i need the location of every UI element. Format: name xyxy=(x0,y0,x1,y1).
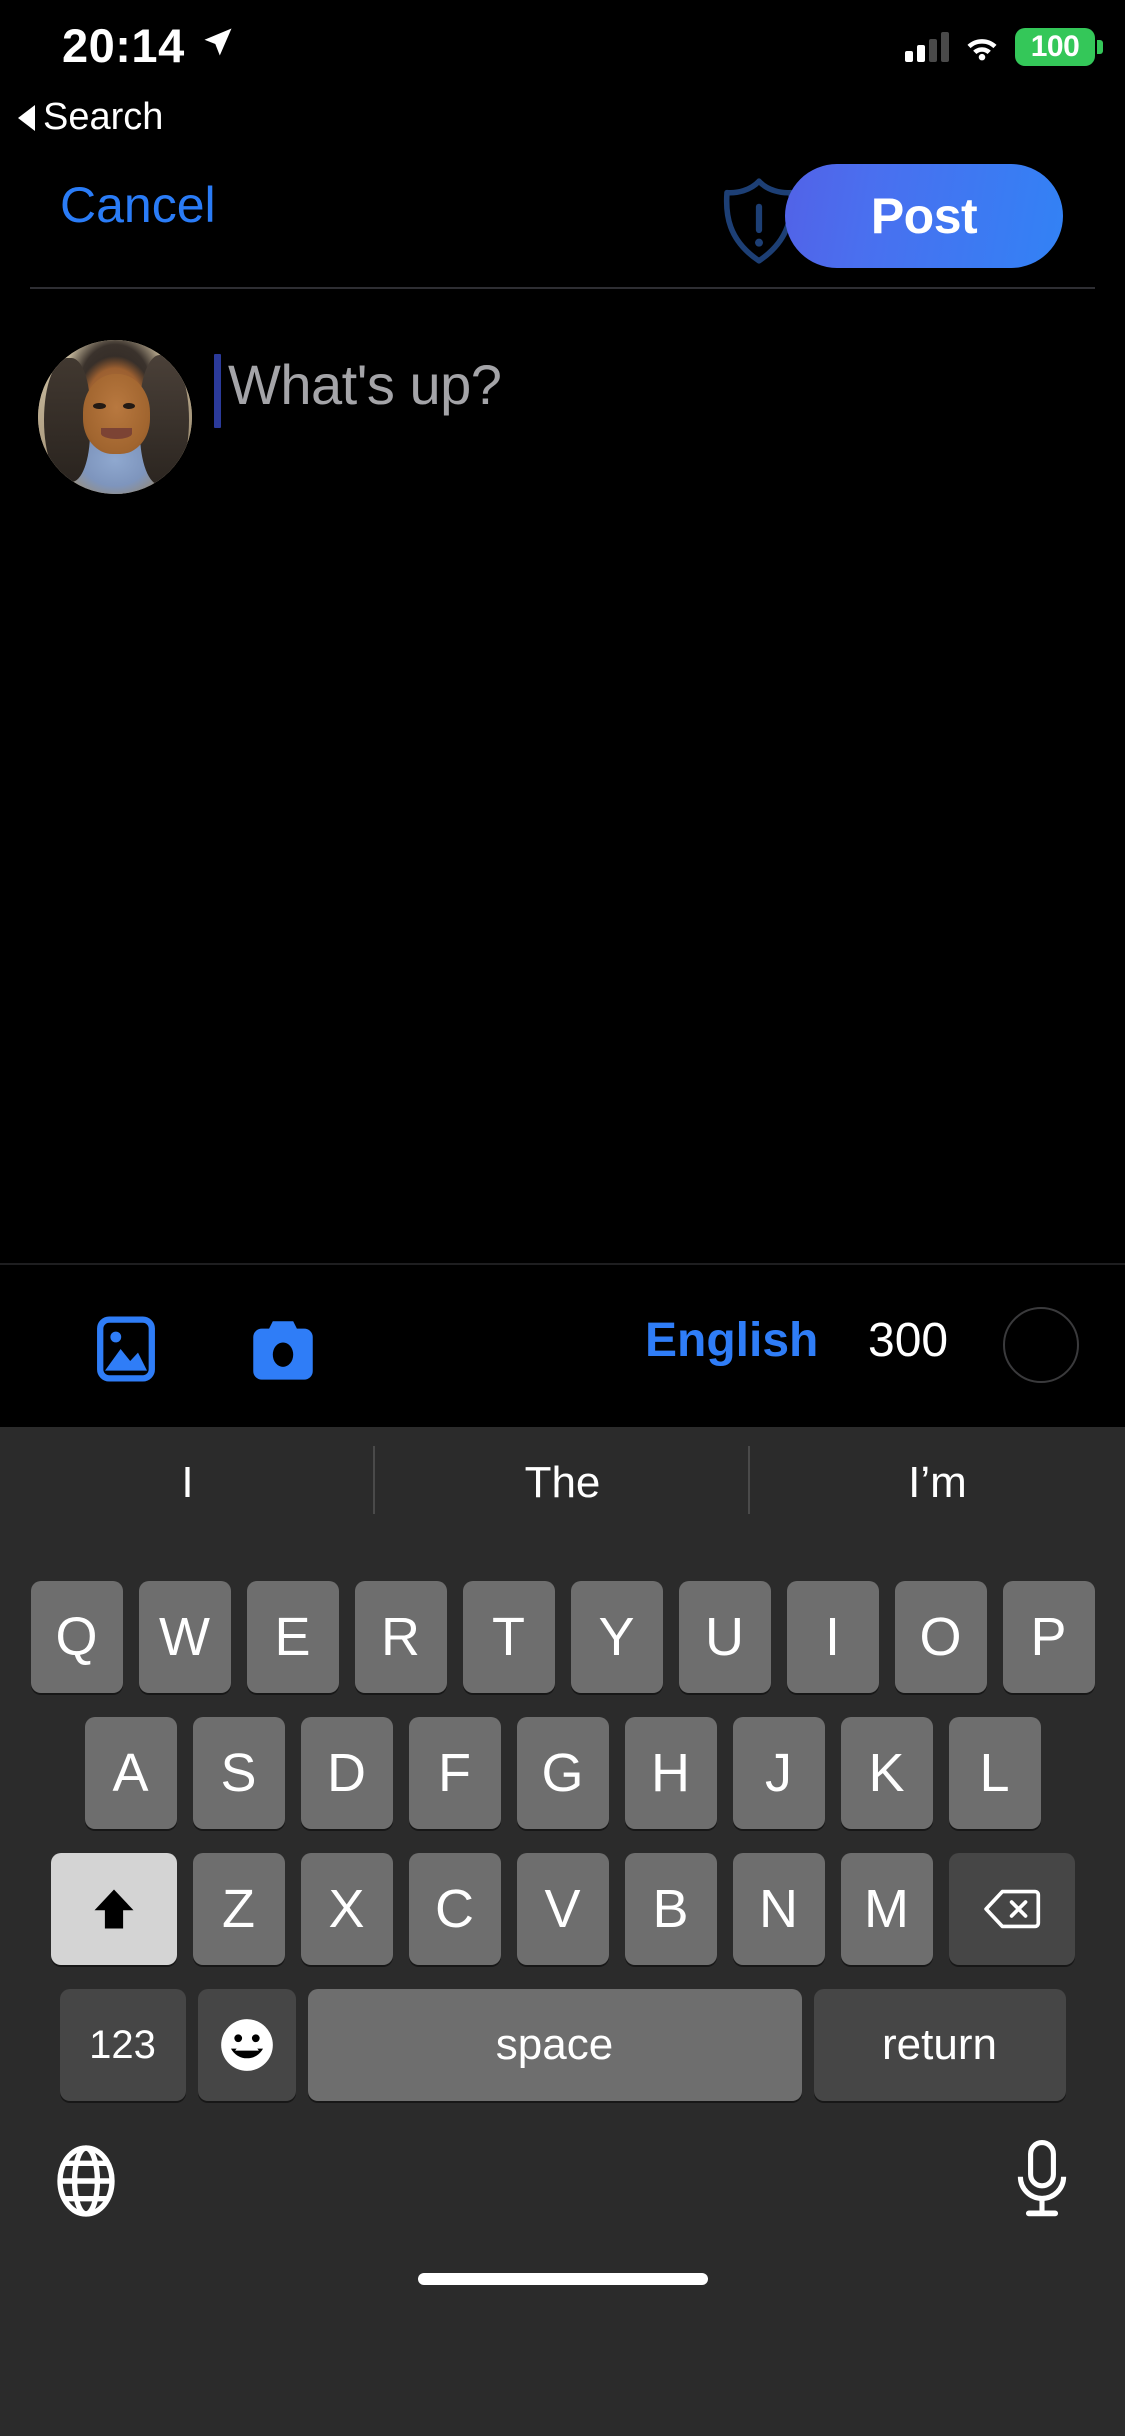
microphone-icon[interactable] xyxy=(1011,2139,1073,2223)
key-j[interactable]: J xyxy=(732,1717,825,1829)
space-key[interactable]: space xyxy=(307,1989,802,2101)
status-bar-time: 20:14 xyxy=(62,19,185,72)
back-triangle-icon xyxy=(18,104,35,131)
key-x[interactable]: X xyxy=(300,1853,393,1965)
key-m[interactable]: M xyxy=(840,1853,933,1965)
key-o[interactable]: O xyxy=(894,1581,987,1693)
key-q[interactable]: Q xyxy=(30,1581,123,1693)
home-indicator[interactable] xyxy=(417,2273,708,2285)
prediction-1[interactable]: The xyxy=(375,1446,750,1514)
keyboard-bottom-bar xyxy=(0,2101,1125,2307)
key-f[interactable]: F xyxy=(408,1717,501,1829)
cellular-signal-icon xyxy=(905,32,949,62)
keyboard-row-4: 123 space return xyxy=(0,1989,1125,2101)
emoji-smiley-icon xyxy=(220,2019,273,2071)
keyboard-row-1: Q W E R T Y U I O P xyxy=(0,1581,1125,1693)
character-count-ring xyxy=(1003,1307,1079,1383)
status-bar: 20:14 100 xyxy=(0,0,1125,92)
phone-screen: 20:14 100 Search Cancel Post What's up? … xyxy=(0,0,1125,2436)
backspace-key[interactable] xyxy=(948,1853,1075,1965)
battery-indicator: 100 xyxy=(1015,28,1103,66)
key-w[interactable]: W xyxy=(138,1581,231,1693)
attachment-toolbar: English 300 xyxy=(0,1263,1125,1427)
return-key[interactable]: return xyxy=(813,1989,1066,2101)
nav-bar: Cancel Post xyxy=(0,160,1125,288)
nav-separator xyxy=(30,287,1095,289)
photo-library-icon[interactable] xyxy=(90,1313,162,1385)
avatar[interactable] xyxy=(38,340,192,494)
key-n[interactable]: N xyxy=(732,1853,825,1965)
predictive-text-bar: I The I’m xyxy=(0,1427,1125,1539)
prediction-2[interactable]: I’m xyxy=(750,1458,1125,1508)
post-button[interactable]: Post xyxy=(785,164,1063,268)
key-p[interactable]: P xyxy=(1002,1581,1095,1693)
key-d[interactable]: D xyxy=(300,1717,393,1829)
key-h[interactable]: H xyxy=(624,1717,717,1829)
post-button-label: Post xyxy=(870,188,978,244)
key-t[interactable]: T xyxy=(462,1581,555,1693)
emoji-key[interactable] xyxy=(197,1989,296,2101)
keyboard-language-label[interactable]: English xyxy=(645,1313,818,1368)
character-count: 300 xyxy=(868,1314,949,1367)
key-r[interactable]: R xyxy=(354,1581,447,1693)
key-b[interactable]: B xyxy=(624,1853,717,1965)
key-s[interactable]: S xyxy=(192,1717,285,1829)
shift-arrow-icon xyxy=(94,1889,133,1929)
cancel-button[interactable]: Cancel xyxy=(60,176,216,234)
key-y[interactable]: Y xyxy=(570,1581,663,1693)
key-g[interactable]: G xyxy=(516,1717,609,1829)
key-k[interactable]: K xyxy=(840,1717,933,1829)
backspace-delete-icon xyxy=(983,1889,1040,1929)
keyboard: I The I’m Q W E R T Y U I O P A S D F G … xyxy=(0,1427,1125,2436)
numbers-key[interactable]: 123 xyxy=(59,1989,186,2101)
key-u[interactable]: U xyxy=(678,1581,771,1693)
status-bar-indicators: 100 xyxy=(905,28,1103,66)
key-a[interactable]: A xyxy=(84,1717,177,1829)
globe-language-icon[interactable] xyxy=(48,2143,124,2219)
shift-key[interactable] xyxy=(50,1853,177,1965)
prediction-0[interactable]: I xyxy=(0,1446,375,1514)
toolbar-separator xyxy=(0,1263,1125,1265)
text-cursor xyxy=(214,354,221,428)
back-to-search-label: Search xyxy=(43,96,164,138)
wifi-icon xyxy=(967,39,997,61)
camera-icon[interactable] xyxy=(245,1315,321,1383)
key-v[interactable]: V xyxy=(516,1853,609,1965)
location-arrow-icon xyxy=(204,28,232,56)
key-z[interactable]: Z xyxy=(192,1853,285,1965)
battery-percent: 100 xyxy=(1030,30,1080,63)
keyboard-row-3: Z X C V B N M xyxy=(0,1853,1125,1965)
keyboard-row-2: A S D F G H J K L xyxy=(0,1717,1125,1829)
composer-placeholder[interactable]: What's up? xyxy=(228,352,502,417)
key-c[interactable]: C xyxy=(408,1853,501,1965)
back-to-search[interactable]: Search xyxy=(18,96,163,139)
key-e[interactable]: E xyxy=(246,1581,339,1693)
key-l[interactable]: L xyxy=(948,1717,1041,1829)
key-i[interactable]: I xyxy=(786,1581,879,1693)
